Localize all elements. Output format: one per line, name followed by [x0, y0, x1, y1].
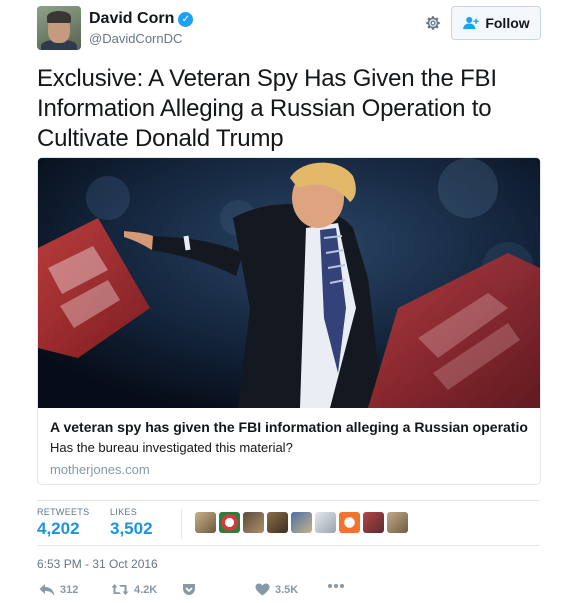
verified-icon: ✓ [178, 11, 194, 27]
card-domain[interactable]: motherjones.com [50, 462, 528, 477]
share-button[interactable] [182, 583, 196, 596]
tweet-stats: RETWEETS 4,202 LIKES 3,502 [37, 500, 540, 546]
more-dots-icon [328, 584, 344, 588]
liker-avatar[interactable] [339, 512, 360, 533]
likes-stat[interactable]: LIKES 3,502 [110, 507, 153, 539]
liker-avatar[interactable] [195, 512, 216, 533]
reply-count: 312 [60, 584, 79, 596]
link-card[interactable]: A veteran spy has given the FBI informat… [37, 157, 541, 485]
card-image[interactable] [38, 158, 540, 408]
retweet-icon [111, 584, 129, 595]
likes-value[interactable]: 3,502 [110, 519, 153, 539]
user-handle[interactable]: @DavidCornDC [89, 31, 182, 46]
name-row[interactable]: David Corn ✓ [89, 10, 194, 28]
liker-avatar[interactable] [291, 512, 312, 533]
reply-button[interactable]: 312 [39, 583, 78, 597]
card-body[interactable]: A veteran spy has given the FBI informat… [38, 408, 540, 484]
reply-icon [39, 584, 55, 596]
heart-icon [255, 583, 270, 596]
liker-avatar[interactable] [219, 512, 240, 533]
liker-avatar[interactable] [363, 512, 384, 533]
follow-button-label: Follow [485, 15, 530, 31]
retweet-button[interactable]: 4.2K [111, 583, 157, 596]
tweet-header: David Corn ✓ @DavidCornDC Follow [37, 6, 541, 52]
retweets-label: RETWEETS [37, 507, 90, 517]
liker-avatar[interactable] [243, 512, 264, 533]
tweet-timestamp[interactable]: 6:53 PM - 31 Oct 2016 [37, 557, 158, 571]
tweet-text: Exclusive: A Veteran Spy Has Given the F… [37, 65, 497, 152]
tweet: David Corn ✓ @DavidCornDC Follow Exclusi… [0, 0, 577, 603]
liker-avatar[interactable] [267, 512, 288, 533]
tweet-actions: 312 4.2K 3.5K [37, 583, 540, 601]
likes-label: LIKES [110, 507, 138, 517]
avatar[interactable] [37, 6, 81, 50]
follow-button[interactable]: Follow [451, 6, 541, 40]
likers-avatars [195, 512, 408, 533]
liker-avatar[interactable] [387, 512, 408, 533]
liker-avatar[interactable] [315, 512, 336, 533]
like-count: 3.5K [275, 583, 299, 596]
card-title[interactable]: A veteran spy has given the FBI informat… [50, 418, 528, 436]
gear-icon[interactable] [424, 14, 442, 32]
pocket-icon [183, 584, 195, 595]
retweets-stat[interactable]: RETWEETS 4,202 [37, 507, 89, 539]
follow-icon [463, 16, 480, 30]
card-photo [38, 158, 540, 408]
card-description: Has the bureau investigated this materia… [50, 440, 293, 455]
retweets-value[interactable]: 4,202 [37, 519, 89, 539]
more-button[interactable] [327, 583, 345, 589]
display-name[interactable]: David Corn [89, 10, 174, 28]
stats-divider [181, 509, 182, 539]
like-button[interactable]: 3.5K [255, 583, 298, 596]
retweet-count: 4.2K [134, 583, 158, 596]
